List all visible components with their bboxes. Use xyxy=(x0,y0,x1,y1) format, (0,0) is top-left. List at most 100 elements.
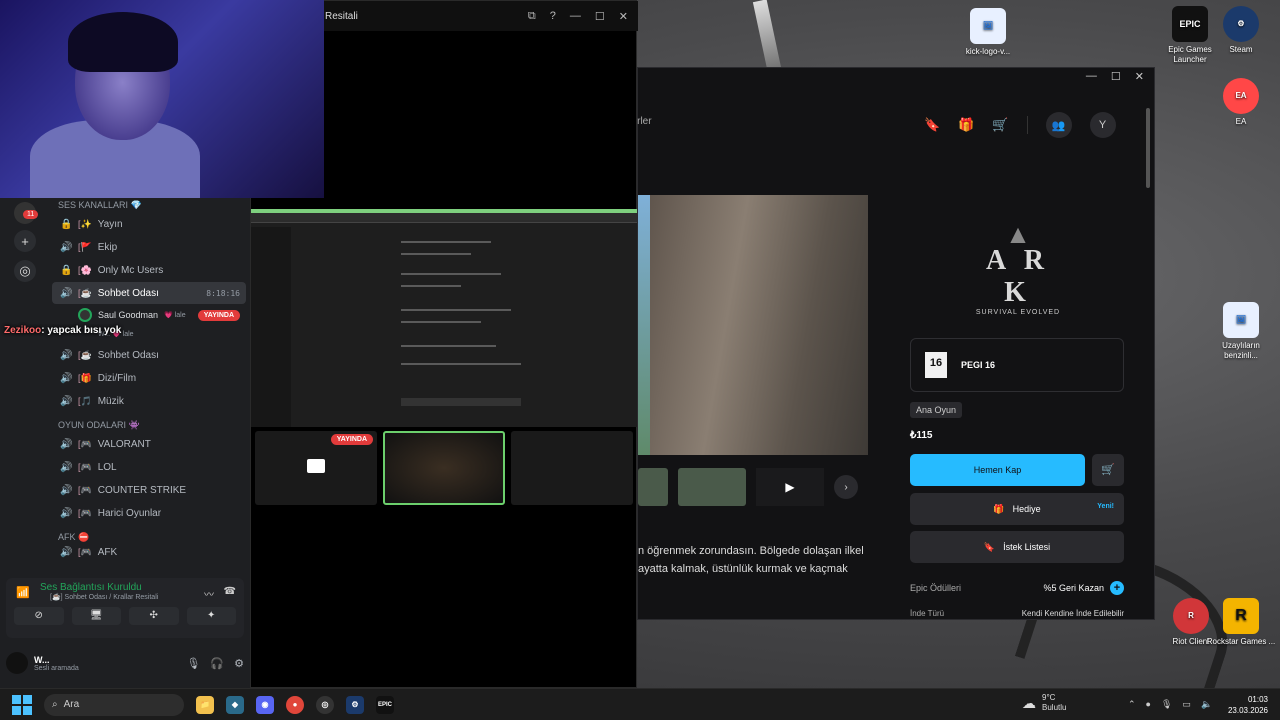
voice-channel-path: [☕] Sohbet Odası / Krallar Resitali xyxy=(50,594,159,601)
avatar[interactable] xyxy=(6,652,28,674)
channel-lol[interactable]: 🔊 [🎮 LOL xyxy=(52,456,246,478)
stream-thumbnail[interactable]: YAYINDA xyxy=(255,431,377,505)
speaker-icon: 🔊 xyxy=(60,372,73,384)
channel-emoji: [✨ xyxy=(78,218,92,229)
screen-icon xyxy=(307,459,325,473)
category-afk[interactable]: AFK ⛔ xyxy=(52,530,246,544)
network-icon[interactable]: ▭ xyxy=(1182,699,1191,710)
next-arrow-icon[interactable]: › xyxy=(834,475,858,499)
avatar[interactable]: Y xyxy=(1089,112,1116,138)
get-now-button[interactable]: Hemen Kap xyxy=(910,454,1085,486)
settings-icon[interactable]: ⚙ xyxy=(234,657,244,670)
stream-thumbnail[interactable] xyxy=(511,431,633,505)
file-explorer-icon[interactable]: 📁 xyxy=(196,695,214,714)
epic-games-icon[interactable]: EPIC xyxy=(376,695,394,714)
category-voice[interactable]: SES KANALLARI 💎 xyxy=(52,198,246,212)
desktop-icon-ea[interactable]: EA EA xyxy=(1206,78,1276,127)
channel-sohbet-odasi[interactable]: 🔊 [☕ Sohbet Odası xyxy=(52,344,246,366)
server-list: 11 + ◎ xyxy=(0,198,50,578)
desktop-icon-steam[interactable]: ⚙ Steam xyxy=(1206,6,1276,55)
desktop-icon-rockstar[interactable]: R Rockstar Games ... xyxy=(1206,598,1276,647)
add-server-icon[interactable]: + xyxy=(14,230,36,252)
add-to-cart-button[interactable]: 🛒 xyxy=(1092,454,1124,486)
obs-icon[interactable]: ◎ xyxy=(316,695,334,714)
bookmark-icon[interactable]: 🔖 xyxy=(924,117,940,133)
maximize-icon[interactable]: ☐ xyxy=(595,10,605,23)
plus-icon[interactable]: + xyxy=(1110,581,1124,595)
channel-dizi-film[interactable]: 🔊 [🎁 Dizi/Film xyxy=(52,367,246,389)
app-icon[interactable]: ◆ xyxy=(226,695,244,714)
chat-overlay-message: Zezikoo: yapcak bısı yok xyxy=(4,325,122,336)
voice-status[interactable]: Ses Bağlantısı Kuruldu xyxy=(14,582,236,593)
minimize-icon[interactable]: — xyxy=(570,10,581,23)
channel-emoji: [🎵 xyxy=(78,395,92,406)
avatar xyxy=(78,308,92,322)
media-thumbnails: ▶ › xyxy=(638,468,858,506)
steam-icon[interactable]: ⚙ xyxy=(346,695,364,714)
channel-only-mc-users[interactable]: 🔒 [🌸 Only Mc Users xyxy=(52,259,246,281)
maximize-icon[interactable]: ☐ xyxy=(1111,70,1121,83)
channel-counter-strike[interactable]: 🔊 [🎮 COUNTER STRIKE xyxy=(52,479,246,501)
volume-icon[interactable]: 🔈 xyxy=(1201,699,1212,710)
channel-ekip[interactable]: 🔊 [🚩 Ekip xyxy=(52,236,246,258)
channel-yayin[interactable]: 🔒 [✨ Yayın xyxy=(52,213,246,235)
close-icon[interactable]: ✕ xyxy=(619,10,628,23)
minimize-icon[interactable]: — xyxy=(1086,70,1097,83)
weather-widget[interactable]: ☁ 9°C Bulutlu xyxy=(1022,693,1066,713)
microphone-icon[interactable]: 🎙 xyxy=(1161,699,1172,710)
media-thumbnail[interactable] xyxy=(678,468,746,506)
gift-icon: 🎁 xyxy=(993,503,1005,514)
desktop-icon-shortcut[interactable]: 🖼 Uzaylıların benzinli... xyxy=(1206,302,1276,361)
disconnect-icon[interactable]: ☎ xyxy=(224,586,236,597)
game-description: n öğrenmek zorundasın. Bölgede dolaşan i… xyxy=(638,545,864,575)
tray-app-icon[interactable]: ● xyxy=(1146,699,1151,710)
chevron-up-icon[interactable]: ⌃ xyxy=(1128,699,1136,710)
channel-emoji: [🎮 xyxy=(78,461,92,472)
channel-afk[interactable]: 🔊 [🎮 AFK xyxy=(52,545,246,559)
category-game[interactable]: OYUN ODALARI 👾 xyxy=(52,418,246,432)
noise-suppression-icon[interactable]: 〰 xyxy=(204,586,214,601)
chrome-icon[interactable]: ● xyxy=(286,695,304,714)
desktop-icon-kick-logo[interactable]: 🖼 kick-logo-v... xyxy=(953,8,1023,57)
close-icon[interactable]: ✕ xyxy=(1135,70,1144,83)
friends-icon[interactable]: 👥 xyxy=(1045,112,1072,138)
voice-user[interactable]: Saul Goodman 💗 lale YAYINDA xyxy=(52,305,246,325)
stream-thumbnail-active[interactable] xyxy=(383,431,505,505)
taskbar: ⌕ Ara 📁 ◆ ◉ ● ◎ ⚙ EPIC ☁ 9°C Bulutlu ⌃ ●… xyxy=(0,688,1280,720)
microphone-icon[interactable]: 🎙 xyxy=(186,657,200,670)
screen-share-button[interactable]: 🖥 xyxy=(71,607,121,625)
channel-sohbet-odasi-active[interactable]: 🔊 [☕ Sohbet Odası 8:18:16 xyxy=(52,282,246,304)
speaker-icon: 🔊 xyxy=(60,349,73,361)
channel-emoji: [🌸 xyxy=(78,264,92,275)
soundboard-button[interactable]: ✦ xyxy=(186,607,236,625)
discover-icon[interactable]: ◎ xyxy=(14,260,36,282)
headphones-icon[interactable]: 🎧 xyxy=(210,657,224,670)
media-thumbnail[interactable] xyxy=(638,468,668,506)
cart-icon[interactable]: 🛒 xyxy=(992,117,1008,133)
gift-icon[interactable]: 🎁 xyxy=(958,117,974,133)
search-box[interactable]: ⌕ Ara xyxy=(44,693,184,716)
gift-button[interactable]: 🎁 Hediye Yeni! xyxy=(910,493,1124,525)
wishlist-button[interactable]: 🔖 İstek Listesi xyxy=(910,531,1124,563)
channel-muzik[interactable]: 🔊 [🎵 Müzik xyxy=(52,390,246,412)
channel-harici-oyunlar[interactable]: 🔊 [🎮 Harici Oyunlar xyxy=(52,502,246,524)
start-button[interactable] xyxy=(12,694,32,715)
activities-button[interactable]: ✣ xyxy=(129,607,179,625)
live-badge: YAYINDA xyxy=(197,309,240,321)
system-tray: ⌃ ● 🎙 ▭ 🔈 xyxy=(1128,699,1212,710)
scrollbar[interactable] xyxy=(1146,108,1150,188)
play-icon[interactable]: ▶ xyxy=(756,468,824,506)
clock[interactable]: 01:03 23.03.2026 xyxy=(1228,694,1268,716)
channel-emoji: [☕ xyxy=(78,349,92,360)
camera-off-button[interactable]: ⊘ xyxy=(14,607,64,625)
shared-screen-preview[interactable] xyxy=(251,209,637,427)
channel-emoji: [🚩 xyxy=(78,241,92,252)
popout-icon[interactable]: ⧉ xyxy=(528,10,536,23)
channel-valorant[interactable]: 🔊 [🎮 VALORANT xyxy=(52,433,246,455)
help-icon[interactable]: ? xyxy=(550,10,556,23)
media-hero[interactable] xyxy=(638,195,868,455)
discord-icon[interactable]: ◉ xyxy=(256,695,274,714)
stream-titlebar: Resitali ⧉ ? — ☐ ✕ xyxy=(323,1,638,31)
speaker-icon: 🔊 xyxy=(60,507,73,519)
riot-client-icon: R xyxy=(1173,598,1209,634)
